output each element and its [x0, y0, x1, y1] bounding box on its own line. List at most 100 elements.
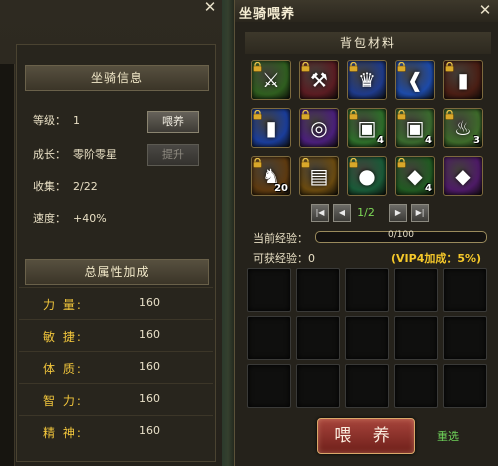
bag-item-slot[interactable]: ♞ 20: [251, 156, 291, 196]
total-attributes-title: 总属性加成: [25, 259, 209, 285]
close-icon[interactable]: ✕: [477, 1, 493, 19]
window-title: 坐骑喂养: [239, 7, 296, 22]
lock-icon: [445, 61, 454, 72]
lock-icon: [349, 109, 358, 120]
bag-item-slot[interactable]: ⚔: [251, 60, 291, 100]
lock-icon: [349, 157, 358, 168]
current-exp-label: 当前经验：: [253, 232, 308, 245]
lock-icon: [397, 109, 406, 120]
bag-item-slot[interactable]: ♛: [347, 60, 387, 100]
bag-item-slot[interactable]: ◆ 4: [395, 156, 435, 196]
attribute-row: 精 神: 160: [19, 415, 213, 447]
level-row: 等级： 1: [33, 111, 80, 131]
first-page-icon[interactable]: |◀: [311, 204, 329, 222]
bag-item-slot[interactable]: ◆: [443, 156, 483, 196]
attribute-value: 160: [139, 424, 160, 437]
left-edge-strip: [0, 64, 15, 466]
feed-slot[interactable]: [394, 364, 438, 408]
item-count: 20: [274, 183, 288, 194]
attribute-value: 160: [139, 360, 160, 373]
bag-item-slot[interactable]: ▣ 4: [395, 108, 435, 148]
vip-bonus-text: (VIP4加成：5%): [391, 252, 482, 265]
feed-button[interactable]: 喂 养: [317, 418, 415, 454]
bag-item-slot[interactable]: ♨ 3: [443, 108, 483, 148]
lock-icon: [253, 109, 262, 120]
growth-value: 零阶零星: [73, 148, 117, 161]
attribute-label: 精 神:: [43, 426, 83, 440]
feed-slot[interactable]: [345, 364, 389, 408]
feed-slot[interactable]: [443, 364, 487, 408]
feed-slot-grid: [247, 268, 489, 412]
lock-icon: [301, 61, 310, 72]
bag-item-slot[interactable]: ◎: [299, 108, 339, 148]
gain-exp-label: 可获经验：0: [253, 252, 315, 265]
attribute-label: 力 量:: [43, 298, 83, 312]
attribute-label: 敏 捷:: [43, 330, 83, 344]
lock-icon: [445, 109, 454, 120]
lock-icon: [397, 61, 406, 72]
mount-info-title: 坐骑信息: [25, 65, 209, 91]
feed-slot[interactable]: [394, 268, 438, 312]
mount-info-panel: ✕ 坐骑信息 等级： 1 喂养 成长： 零阶零星 提升 收集： 2/22 速度： +40…: [0, 0, 223, 466]
lock-icon: [253, 61, 262, 72]
speed-row: 速度： +40%: [33, 209, 107, 229]
feed-slot[interactable]: [247, 364, 291, 408]
feed-slot[interactable]: [345, 268, 389, 312]
bag-item-slot[interactable]: ▣ 4: [347, 108, 387, 148]
title-bar[interactable]: 坐骑喂养 ✕: [235, 0, 498, 22]
level-label: 等级：: [33, 114, 66, 127]
feed-slot[interactable]: [443, 316, 487, 360]
item-count: 3: [473, 135, 480, 146]
purple-crystal-icon: ◆: [455, 164, 471, 188]
bag-item-slot[interactable]: ▤: [299, 156, 339, 196]
reselect-link[interactable]: 重选: [437, 428, 459, 444]
feed-slot[interactable]: [443, 268, 487, 312]
last-page-icon[interactable]: ▶|: [411, 204, 429, 222]
left-close-icon[interactable]: ✕: [202, 0, 218, 16]
mount-info-content: 坐骑信息 等级： 1 喂养 成长： 零阶零星 提升 收集： 2/22 速度： +40% …: [16, 44, 216, 462]
lock-icon: [397, 157, 406, 168]
item-count: 4: [425, 135, 432, 146]
speed-label: 速度：: [33, 212, 66, 225]
feed-slot[interactable]: [296, 316, 340, 360]
collect-label: 收集：: [33, 180, 66, 193]
feed-slot[interactable]: [296, 364, 340, 408]
lock-icon: [301, 157, 310, 168]
level-value: 1: [73, 114, 80, 127]
speed-value: +40%: [73, 212, 107, 225]
bag-item-slot[interactable]: ●: [347, 156, 387, 196]
bag-item-slot[interactable]: ▮: [251, 108, 291, 148]
feed-slot[interactable]: [345, 316, 389, 360]
growth-label: 成长：: [33, 148, 66, 161]
next-page-icon[interactable]: ▶: [389, 204, 407, 222]
background-gap: [222, 0, 234, 466]
bag-item-slot[interactable]: ❰: [395, 60, 435, 100]
feed-shortcut-button[interactable]: 喂养: [147, 111, 199, 133]
mount-feed-panel: 坐骑喂养 ✕ 背包材料 ⚔ ⚒ ♛ ❰ ▮ ▮ ◎ ▣ 4 ▣ 4 ♨ 3 ♞ 20 ▤ ● ◆ 4 ◆ |◀ ◀ 1…: [234, 0, 498, 466]
exp-progress-bar: 0/100: [315, 230, 487, 243]
attribute-row: 智 力: 160: [19, 383, 213, 415]
attribute-value: 160: [139, 296, 160, 309]
feed-slot[interactable]: [394, 316, 438, 360]
feed-slot[interactable]: [247, 316, 291, 360]
feed-slot[interactable]: [296, 268, 340, 312]
bag-materials-title: 背包材料: [245, 32, 491, 54]
attribute-value: 160: [139, 392, 160, 405]
lock-icon: [253, 157, 262, 168]
attribute-label: 智 力:: [43, 394, 83, 408]
lock-icon: [301, 109, 310, 120]
bag-item-slot[interactable]: ⚒: [299, 60, 339, 100]
attribute-row: 敏 捷: 160: [19, 319, 213, 351]
attribute-value: 160: [139, 328, 160, 341]
upgrade-button[interactable]: 提升: [147, 144, 199, 166]
attribute-label: 体 质:: [43, 362, 83, 376]
attribute-row: 体 质: 160: [19, 351, 213, 383]
exp-progress-text: 0/100: [388, 230, 414, 240]
feed-slot[interactable]: [247, 268, 291, 312]
item-count: 4: [377, 135, 384, 146]
page-indicator: 1/2: [357, 206, 375, 219]
bag-item-slot[interactable]: ▮: [443, 60, 483, 100]
attribute-row: 力 量: 160: [19, 287, 213, 319]
prev-page-icon[interactable]: ◀: [333, 204, 351, 222]
collect-row: 收集： 2/22: [33, 177, 98, 197]
